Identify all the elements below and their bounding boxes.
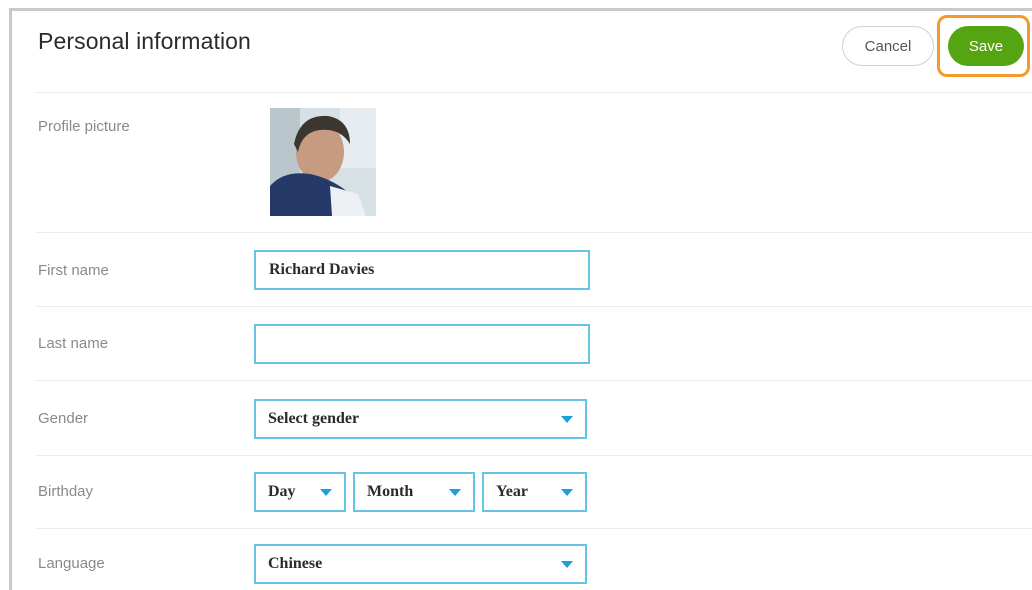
chevron-down-icon	[561, 560, 573, 568]
last-name-label: Last name	[38, 335, 109, 352]
avatar[interactable]	[270, 108, 376, 216]
language-label: Language	[38, 555, 105, 572]
profile-picture-label: Profile picture	[38, 118, 130, 135]
cancel-button[interactable]: Cancel	[842, 26, 934, 66]
chevron-down-icon	[449, 488, 461, 496]
gender-select-value: Select gender	[268, 410, 360, 427]
language-select-value: Chinese	[268, 555, 323, 572]
row-divider	[36, 455, 1032, 456]
row-divider	[36, 232, 1032, 233]
left-border	[9, 8, 12, 590]
birthday-year-select[interactable]: Year	[482, 472, 587, 512]
first-name-label: First name	[38, 262, 109, 279]
birthday-month-value: Month	[367, 483, 414, 500]
row-divider	[36, 306, 1032, 307]
row-divider	[36, 380, 1032, 381]
save-button[interactable]: Save	[948, 26, 1024, 66]
birthday-month-select[interactable]: Month	[353, 472, 475, 512]
gender-select[interactable]: Select gender	[254, 399, 587, 439]
gender-label: Gender	[38, 410, 89, 427]
avatar-photo-icon	[270, 108, 376, 216]
last-name-field[interactable]	[254, 324, 590, 364]
row-divider	[36, 92, 1032, 93]
birthday-day-select[interactable]: Day	[254, 472, 346, 512]
first-name-field[interactable]	[254, 250, 590, 290]
personal-info-panel: Personal information Cancel Save Profile…	[0, 0, 1032, 590]
birthday-label: Birthday	[38, 483, 94, 500]
birthday-day-value: Day	[268, 483, 296, 500]
row-divider	[36, 528, 1032, 529]
language-select[interactable]: Chinese	[254, 544, 587, 584]
top-border	[10, 8, 1032, 11]
chevron-down-icon	[561, 415, 573, 423]
birthday-year-value: Year	[496, 483, 528, 500]
page-title: Personal information	[38, 28, 251, 54]
chevron-down-icon	[561, 488, 573, 496]
chevron-down-icon	[320, 488, 332, 496]
